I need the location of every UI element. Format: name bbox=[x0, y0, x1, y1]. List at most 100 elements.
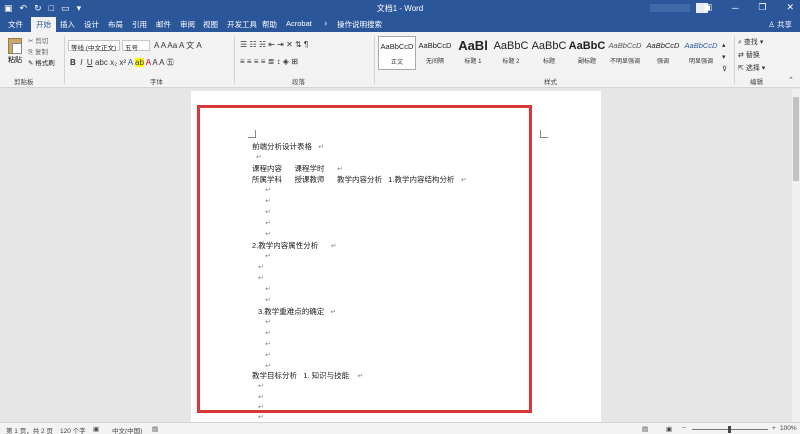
copy-button[interactable]: ⎘ 复制 bbox=[28, 47, 55, 58]
focus-mode-icon[interactable]: ▤ bbox=[642, 425, 648, 433]
font-family-select[interactable]: 等线 (中文正文) bbox=[68, 40, 120, 52]
cut-button[interactable]: ✂ 剪切 bbox=[28, 36, 55, 47]
increase-indent-icon[interactable]: ⇥ bbox=[277, 40, 284, 49]
style-emphasis[interactable]: AaBbCcD 强调 bbox=[644, 36, 682, 70]
tab-review[interactable]: 审阅 bbox=[180, 19, 195, 30]
highlight-icon[interactable]: ab bbox=[135, 58, 144, 67]
doc-empty-line[interactable]: ↵ bbox=[265, 361, 271, 370]
underline-icon[interactable]: U bbox=[87, 58, 93, 67]
paste-icon[interactable] bbox=[8, 38, 22, 54]
doc-empty-line[interactable]: ↵ bbox=[265, 218, 271, 227]
tell-me-search[interactable]: 操作说明搜索 bbox=[337, 19, 382, 30]
enclose-char-icon[interactable]: A bbox=[196, 41, 201, 50]
doc-line-subject[interactable]: 所属学科 授课教师 教学内容分析 1.教学内容结构分析 ↵ bbox=[252, 174, 467, 185]
doc-empty-line[interactable]: ↵ bbox=[265, 284, 271, 293]
macro-icon[interactable]: ▤ bbox=[152, 425, 158, 433]
style-subtitle[interactable]: AaBbC 副标题 bbox=[568, 36, 606, 70]
close-icon[interactable]: ✕ bbox=[786, 2, 794, 13]
tab-layout[interactable]: 布局 bbox=[108, 19, 123, 30]
doc-empty-line[interactable]: ↵ bbox=[265, 185, 271, 194]
doc-empty-line[interactable]: ↵ bbox=[265, 207, 271, 216]
decrease-indent-icon[interactable]: ⇤ bbox=[268, 40, 275, 49]
proofing-icon[interactable]: ▣ bbox=[93, 425, 99, 433]
doc-empty-line[interactable]: ↵ bbox=[258, 262, 264, 271]
doc-empty-line[interactable]: ↵ bbox=[265, 229, 271, 238]
justify-icon[interactable]: ≡ bbox=[261, 57, 266, 66]
doc-empty-line[interactable]: ↵ bbox=[258, 392, 264, 401]
shrink-font-icon[interactable]: A bbox=[161, 41, 166, 50]
align-center-icon[interactable]: ≡ bbox=[247, 57, 252, 66]
italic-icon[interactable]: I bbox=[80, 58, 82, 67]
distributed-icon[interactable]: ≣ bbox=[268, 57, 275, 66]
doc-empty-line[interactable]: ↵ bbox=[265, 328, 271, 337]
bullets-icon[interactable]: ☰ bbox=[240, 40, 247, 49]
doc-empty-line[interactable]: ↵ bbox=[258, 412, 264, 421]
doc-empty-line[interactable]: ↵ bbox=[258, 402, 264, 411]
scrollbar-thumb[interactable] bbox=[793, 97, 799, 181]
zoom-level[interactable]: 100% bbox=[780, 425, 797, 432]
numbering-icon[interactable]: ☷ bbox=[249, 40, 256, 49]
print-layout-icon[interactable]: ▣ bbox=[666, 425, 672, 433]
grow-font-icon[interactable]: A bbox=[154, 41, 159, 50]
enclosed-icon[interactable]: ㊄ bbox=[166, 58, 174, 67]
shading-icon[interactable]: A bbox=[152, 58, 157, 67]
language[interactable]: 中文(中国) bbox=[112, 425, 142, 434]
line-spacing-icon[interactable]: ↕ bbox=[277, 57, 281, 66]
select-button[interactable]: ⇱ 选择 ▾ bbox=[738, 62, 765, 75]
doc-empty-line[interactable]: ↵ bbox=[256, 152, 262, 161]
collapse-ribbon-icon[interactable]: ⌃ bbox=[788, 76, 794, 84]
paragraph-shading-icon[interactable]: ◈ bbox=[283, 57, 289, 66]
doc-line-objectives[interactable]: 教学目标分析 1. 知识与技能 ↵ bbox=[252, 370, 363, 381]
tab-view[interactable]: 视图 bbox=[203, 19, 218, 30]
paragraph-border-icon[interactable]: ⊞ bbox=[291, 57, 298, 66]
phonetic-guide-icon[interactable]: 文 bbox=[186, 41, 194, 50]
zoom-out-icon[interactable]: − bbox=[682, 425, 686, 432]
style-normal[interactable]: AaBbCcD 正文 bbox=[378, 36, 416, 70]
doc-empty-line[interactable]: ↵ bbox=[265, 339, 271, 348]
account-name[interactable] bbox=[650, 4, 690, 12]
replace-button[interactable]: ⇄ 替换 bbox=[738, 49, 765, 62]
tab-insert[interactable]: 插入 bbox=[60, 19, 75, 30]
restore-icon[interactable]: ❐ bbox=[758, 2, 766, 13]
format-painter-button[interactable]: ✎ 格式刷 bbox=[28, 58, 55, 69]
share-button[interactable]: ♙ 共享 bbox=[768, 19, 792, 30]
tab-developer[interactable]: 开发工具 bbox=[227, 19, 257, 30]
paste-button[interactable]: 粘贴 bbox=[8, 55, 22, 65]
font-color-icon[interactable]: A bbox=[146, 58, 151, 67]
align-right-icon[interactable]: ≡ bbox=[254, 57, 259, 66]
doc-empty-line[interactable]: ↵ bbox=[265, 350, 271, 359]
clear-formatting-icon[interactable]: A bbox=[179, 41, 184, 50]
multilevel-list-icon[interactable]: ☵ bbox=[259, 40, 266, 49]
doc-line-attributes[interactable]: 2.教学内容属性分析 ↵ bbox=[252, 240, 337, 251]
doc-empty-line[interactable]: ↵ bbox=[258, 381, 264, 390]
change-case-icon[interactable]: Aa bbox=[167, 41, 177, 50]
chinese-layout-icon[interactable]: ✕ bbox=[286, 40, 293, 49]
tab-design[interactable]: 设计 bbox=[84, 19, 99, 30]
style-intense-emphasis[interactable]: AaBbCcD 明显强调 bbox=[682, 36, 720, 70]
superscript-icon[interactable]: x² bbox=[119, 58, 126, 67]
doc-empty-line[interactable]: ↵ bbox=[258, 273, 264, 282]
doc-empty-line[interactable]: ↵ bbox=[265, 251, 271, 260]
tab-references[interactable]: 引用 bbox=[132, 19, 147, 30]
page-count[interactable]: 第 1 页，共 2 页 bbox=[6, 425, 53, 434]
ribbon-display-options-icon[interactable]: ▣ bbox=[703, 2, 712, 13]
border-icon[interactable]: A bbox=[159, 58, 164, 67]
tab-help[interactable]: 帮助 bbox=[262, 19, 277, 30]
bold-icon[interactable]: B bbox=[70, 58, 76, 67]
style-no-spacing[interactable]: AaBbCcD 无间隔 bbox=[416, 36, 454, 70]
style-subtle-emphasis[interactable]: AaBbCcD 不明显强调 bbox=[606, 36, 644, 70]
style-title[interactable]: AaBbC 标题 bbox=[530, 36, 568, 70]
zoom-in-icon[interactable]: + bbox=[772, 425, 776, 432]
align-left-icon[interactable]: ≡ bbox=[240, 57, 245, 66]
tab-mailings[interactable]: 邮件 bbox=[156, 19, 171, 30]
doc-line-course[interactable]: 课程内容 课程学时 ↵ bbox=[252, 163, 343, 174]
font-size-select[interactable]: 五号 bbox=[122, 40, 150, 52]
tab-file[interactable]: 文件 bbox=[8, 19, 23, 30]
tab-acrobat[interactable]: Acrobat bbox=[286, 19, 312, 28]
doc-line-key-points[interactable]: 3.教学重难点的确定 ↵ bbox=[258, 306, 336, 317]
style-heading-2[interactable]: AaBbC 标题 2 bbox=[492, 36, 530, 70]
find-button[interactable]: ⌕ 查找 ▾ bbox=[738, 36, 765, 49]
doc-empty-line[interactable]: ↵ bbox=[265, 295, 271, 304]
style-heading-1[interactable]: AaBl 标题 1 bbox=[454, 36, 492, 70]
doc-empty-line[interactable]: ↵ bbox=[265, 196, 271, 205]
